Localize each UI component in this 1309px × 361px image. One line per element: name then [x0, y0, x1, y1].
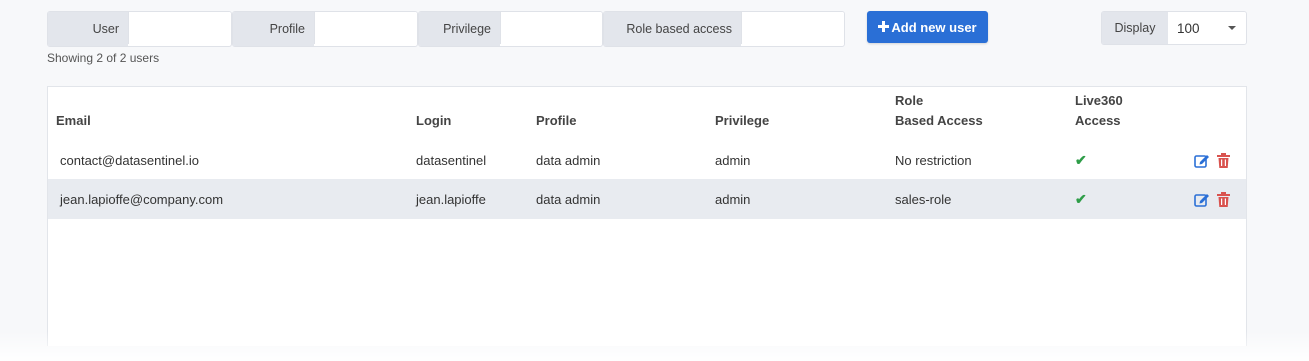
header-privilege[interactable]: Privilege: [715, 111, 769, 131]
add-user-label: Add new user: [891, 19, 977, 35]
user-filter-label: User: [48, 12, 128, 46]
cell-login: datasentinel: [416, 152, 487, 168]
role-filter-input[interactable]: [741, 12, 844, 44]
delete-icon[interactable]: [1217, 191, 1230, 207]
check-icon: ✔: [1075, 190, 1087, 207]
add-user-button[interactable]: Add new user: [867, 11, 988, 43]
header-login[interactable]: Login: [416, 111, 451, 131]
check-icon: ✔: [1075, 151, 1087, 168]
delete-icon[interactable]: [1217, 152, 1230, 168]
profile-filter: Profile: [232, 11, 418, 47]
profile-filter-input[interactable]: [314, 12, 417, 44]
privilege-filter: Privilege: [418, 11, 603, 47]
header-live-line1: Live360: [1075, 93, 1123, 108]
user-filter: User: [47, 11, 232, 47]
cell-profile: data admin: [536, 191, 601, 207]
role-filter-label: Role based access: [604, 12, 741, 46]
privilege-filter-label: Privilege: [419, 12, 500, 46]
results-summary: Showing 2 of 2 users: [47, 51, 160, 65]
table-row: contact@datasentinel.io datasentinel dat…: [48, 140, 1246, 180]
header-live360-access[interactable]: Live360 Access: [1075, 91, 1123, 131]
cell-privilege: admin: [715, 191, 751, 207]
profile-filter-label: Profile: [233, 12, 314, 46]
filter-bar: User Profile Privilege Role based access: [47, 11, 845, 47]
header-email[interactable]: Email: [56, 111, 91, 131]
header-role-line1: Role: [895, 93, 924, 108]
cell-role: No restriction: [895, 152, 972, 168]
cell-login: jean.lapioffe: [416, 191, 486, 207]
user-filter-input[interactable]: [128, 12, 231, 44]
role-filter: Role based access: [603, 11, 845, 47]
header-role-access[interactable]: Role Based Access: [895, 91, 983, 131]
cell-email: contact@datasentinel.io: [60, 152, 199, 168]
cell-privilege: admin: [715, 152, 751, 168]
row-actions: [1194, 140, 1230, 180]
display-select[interactable]: 100: [1168, 12, 1246, 44]
row-actions: [1194, 179, 1230, 219]
cell-email: jean.lapioffe@company.com: [60, 191, 224, 207]
chevron-down-icon: [1228, 26, 1236, 30]
edit-icon[interactable]: [1194, 192, 1210, 207]
display-count: Display 100: [1101, 11, 1247, 45]
plus-icon: [878, 20, 890, 35]
users-table: Email Login Profile Privilege Role Based…: [47, 86, 1247, 346]
display-value: 100: [1177, 20, 1200, 36]
header-profile[interactable]: Profile: [536, 111, 576, 131]
privilege-filter-input[interactable]: [500, 12, 602, 44]
cell-profile: data admin: [536, 152, 601, 168]
header-live-line2: Access: [1075, 113, 1121, 128]
table-row: jean.lapioffe@company.com jean.lapioffe …: [48, 179, 1246, 219]
header-role-line2: Based Access: [895, 113, 983, 128]
edit-icon[interactable]: [1194, 153, 1210, 168]
cell-role: sales-role: [895, 191, 952, 207]
display-label: Display: [1102, 12, 1168, 44]
